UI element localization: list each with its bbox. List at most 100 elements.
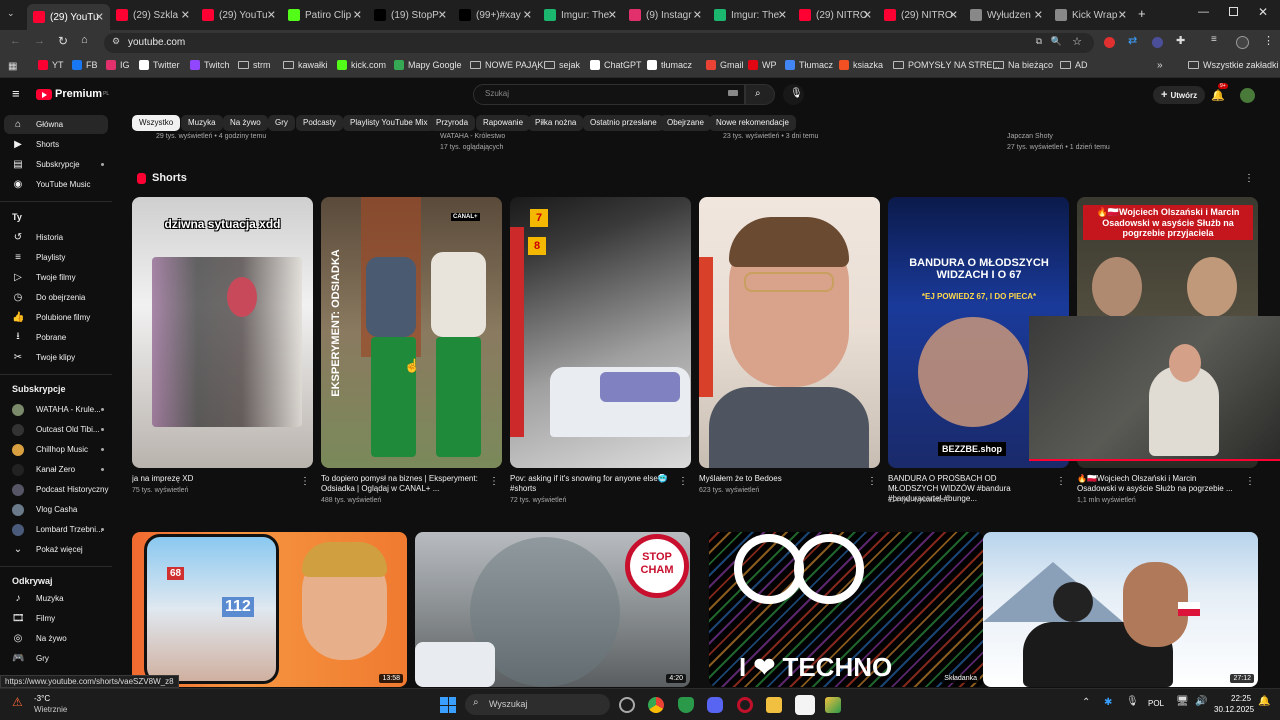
bookmark-item[interactable]: FB [72, 60, 98, 70]
filter-chip[interactable]: Przyroda [429, 115, 476, 131]
volume-icon[interactable]: 🔊 [1195, 696, 1207, 707]
language-indicator[interactable]: POL [1148, 699, 1164, 708]
subscription-item[interactable]: Vlog Casha [0, 500, 112, 519]
browser-tab[interactable]: (9) Instagr ✕ [623, 4, 708, 26]
shorts-section-menu-icon[interactable]: ⋮ [1244, 173, 1254, 184]
browser-tab[interactable]: Kick Wrap ✕ [1049, 4, 1133, 26]
browser-tab[interactable]: Imgur: The ✕ [708, 4, 793, 26]
short-title[interactable]: Pov: asking if it's snowing for anyone e… [510, 474, 670, 494]
address-bar[interactable]: ⚙ youtube.com ⧉ 🔍 ☆ [104, 33, 1094, 53]
bookmark-item[interactable]: kick.com [337, 60, 386, 70]
video-thumbnail[interactable]: 68 112 13:58 [132, 532, 407, 687]
browser-tab[interactable]: (99+)#xay ✕ [453, 4, 538, 26]
bluetooth-icon[interactable]: ✱ [1104, 697, 1112, 708]
voice-search-button[interactable]: 🎙 [783, 84, 804, 105]
media-icon[interactable]: ≡ [1211, 34, 1217, 45]
browser-tab[interactable]: (29) YouTu ✕ [27, 4, 110, 30]
profile-icon[interactable] [1236, 36, 1249, 49]
bookmark-item[interactable]: Tłumacz [785, 60, 833, 70]
minimize-button[interactable]: — [1198, 6, 1209, 18]
extension-circle-icon[interactable] [1152, 37, 1163, 48]
taskbar-app-icon[interactable] [619, 697, 635, 713]
subscription-item[interactable]: Podcast Historyczny [0, 480, 112, 499]
short-thumbnail[interactable]: EKSPERYMENT: ODSIADKA CANAL+ [321, 197, 502, 468]
taskbar-search[interactable]: ⌕ Wyszukaj [465, 694, 610, 715]
sidebar-item[interactable]: ♪ Muzyka [0, 589, 112, 608]
sidebar-item[interactable]: ◎ Na żywo [0, 629, 112, 648]
video-thumbnail[interactable]: I ❤ TECHNO Składanka [709, 532, 984, 687]
sidebar-item[interactable]: ◉ YouTube Music [0, 175, 112, 194]
short-thumbnail[interactable] [699, 197, 880, 468]
tab-close-icon[interactable]: ✕ [181, 9, 190, 22]
tray-chevron-icon[interactable]: ⌃ [1082, 697, 1090, 708]
reload-icon[interactable]: ↻ [58, 34, 68, 48]
mini-player-progress[interactable] [1029, 459, 1280, 461]
sidebar-item[interactable]: ▤ Subskrypcje [0, 155, 112, 174]
filter-chip[interactable]: Nowe rekomendacje [709, 115, 796, 131]
mini-player[interactable] [1029, 316, 1280, 461]
short-menu-icon[interactable]: ⋮ [1245, 476, 1255, 487]
chrome-icon[interactable] [648, 697, 664, 713]
browser-tab[interactable]: Imgur: The ✕ [538, 4, 623, 26]
subscription-item[interactable]: WATAHA - Krule... [0, 400, 112, 419]
bookmark-item[interactable]: NOWE PAJĄKI [470, 60, 546, 70]
weather-icon[interactable]: ⚠ [12, 695, 23, 709]
back-icon[interactable]: ← [10, 35, 21, 47]
sidebar-item[interactable]: 👍 Polubione filmy [0, 308, 112, 327]
close-window-button[interactable]: ✕ [1258, 5, 1268, 19]
bookmark-item[interactable]: Gmail [706, 60, 744, 70]
browser-menu-icon[interactable]: ⋮ [1263, 34, 1274, 47]
sidebar-item[interactable]: ↺ Historia [0, 228, 112, 247]
tab-close-icon[interactable]: ✕ [1034, 9, 1043, 22]
install-icon[interactable]: ⧉ [1036, 36, 1042, 47]
sidebar-item[interactable]: ▶ Shorts [0, 135, 112, 154]
filter-chip[interactable]: Muzyka [181, 115, 223, 131]
tab-close-icon[interactable]: ✕ [1118, 9, 1127, 22]
subscription-item[interactable]: Kanał Zero [0, 460, 112, 479]
file-explorer-icon[interactable] [766, 697, 782, 713]
taskbar-active-app-icon[interactable] [795, 695, 815, 715]
subscription-item[interactable]: Chillhop Music [0, 440, 112, 459]
bookmark-item[interactable]: Wszystkie zakładki [1188, 60, 1279, 70]
mic-tray-icon[interactable]: 🎙 [1126, 696, 1139, 707]
bookmark-item[interactable]: strm [238, 60, 271, 70]
short-title[interactable]: Myślałem że to Bedoes [699, 474, 859, 484]
sidebar-section-subscriptions[interactable]: Subskrypcje [12, 384, 66, 394]
video-thumbnail[interactable]: STOP CHAM 4:20 [415, 532, 690, 687]
tab-close-icon[interactable]: ✕ [438, 9, 447, 22]
short-title[interactable]: To dopiero pomysł na biznes | Eksperymen… [321, 474, 481, 494]
filter-chip[interactable]: Gry [268, 115, 295, 131]
browser-tab[interactable]: Wyłudzen ✕ [964, 4, 1049, 26]
taskbar-app-icon[interactable] [825, 697, 841, 713]
bookmark-item[interactable]: Twitch [190, 60, 230, 70]
show-more-button[interactable]: ⌄ Pokaż więcej [0, 540, 112, 559]
filter-chip[interactable]: Podcasty [296, 115, 343, 131]
bookmark-item[interactable]: Mapy Google [394, 60, 462, 70]
short-title[interactable]: ja na imprezę XD [132, 474, 292, 484]
tab-search-icon[interactable]: ⌄ [7, 8, 19, 20]
bookmark-item[interactable]: WP [748, 60, 777, 70]
home-browser-icon[interactable]: ⌂ [81, 34, 88, 46]
site-info-icon[interactable]: ⚙ [112, 36, 120, 47]
filter-chip[interactable]: Na żywo [223, 115, 268, 131]
bookmark-item[interactable]: sejak [544, 60, 580, 70]
short-menu-icon[interactable]: ⋮ [1056, 476, 1066, 487]
bookmark-item[interactable]: Twitter [139, 60, 180, 70]
filter-chip[interactable]: Obejrzane [660, 115, 711, 131]
short-menu-icon[interactable]: ⋮ [867, 476, 877, 487]
tab-close-icon[interactable]: ✕ [95, 11, 104, 24]
sidebar-item[interactable]: ◷ Do obejrzenia [0, 288, 112, 307]
filter-chip[interactable]: Playlisty YouTube Mix [343, 115, 435, 131]
filter-chip[interactable]: Ostatnio przesłane [583, 115, 664, 131]
forward-icon[interactable]: → [34, 35, 45, 47]
notification-center-icon[interactable]: 🔔 [1258, 696, 1270, 707]
browser-tab[interactable]: (19) StopP ✕ [368, 4, 453, 26]
extension-record-icon[interactable] [1104, 37, 1115, 48]
tab-close-icon[interactable]: ✕ [523, 9, 532, 22]
youtube-logo[interactable]: Premium PL [36, 88, 109, 100]
sidebar-item[interactable]: ✂ Twoje klipy [0, 348, 112, 367]
sidebar-item[interactable]: 🎮 Gry [0, 649, 112, 668]
filter-chip[interactable]: Wszystko [132, 115, 181, 131]
bookmark-item[interactable]: POMYSŁY NA STRE... [893, 60, 1000, 70]
apps-grid-icon[interactable]: ▦ [8, 61, 17, 72]
